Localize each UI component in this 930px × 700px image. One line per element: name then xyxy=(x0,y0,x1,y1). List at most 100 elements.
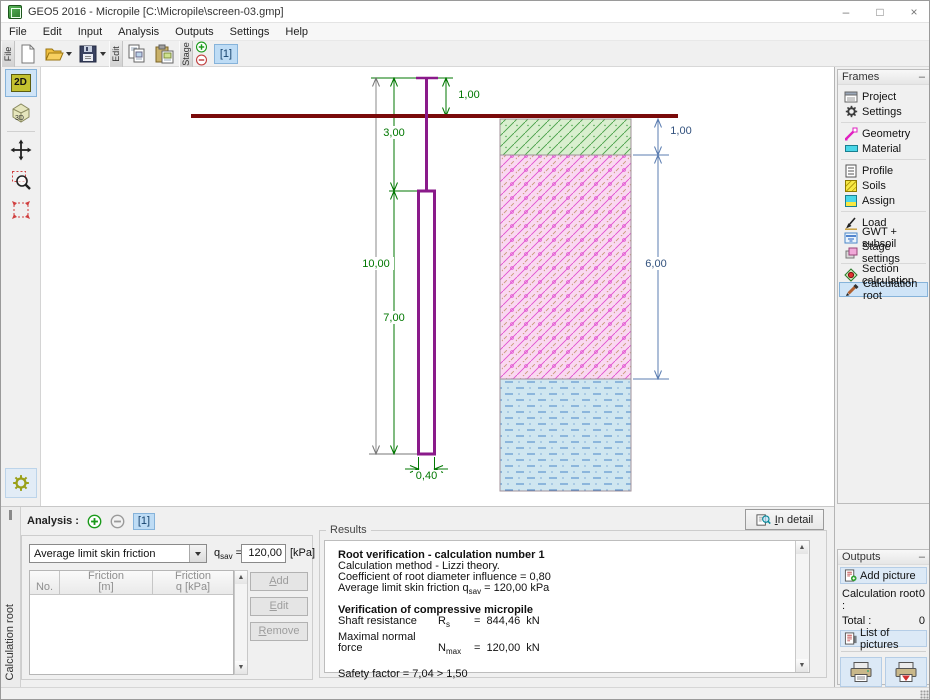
friction-table-scrollbar[interactable]: ▲ ▼ xyxy=(234,570,248,675)
remove-analysis-button[interactable] xyxy=(110,514,125,529)
results-text: Root verification - calculation number 1… xyxy=(338,550,791,699)
list-of-pictures-icon xyxy=(844,632,857,645)
menu-file[interactable]: File xyxy=(1,23,35,41)
drawing-area[interactable]: 10,00 3,00 7,00 1,00 0,40 xyxy=(41,67,834,506)
add-button[interactable]: Add xyxy=(250,572,308,591)
menu-edit[interactable]: Edit xyxy=(35,23,70,41)
drawing-settings-button[interactable] xyxy=(5,468,37,498)
maximize-button[interactable]: □ xyxy=(863,1,897,23)
analysis-tab-1[interactable]: [1] xyxy=(133,513,155,530)
edit-button[interactable]: Edit xyxy=(250,597,308,616)
calculation-root-count-row: Calculation root : 0 xyxy=(838,586,929,613)
frames-separator xyxy=(841,122,926,123)
results-scrollbar[interactable]: ▲ ▼ xyxy=(795,541,809,672)
in-detail-icon xyxy=(756,513,771,527)
gear-icon xyxy=(12,474,30,492)
new-document-icon xyxy=(18,44,38,64)
frame-item-settings[interactable]: Settings xyxy=(839,104,928,119)
project-icon xyxy=(844,90,858,104)
friction-table-header: No. Friction[m] Frictionq [kPa] xyxy=(30,571,233,595)
pile-root xyxy=(419,191,435,454)
frame-item-profile[interactable]: Profile xyxy=(839,163,928,178)
close-button[interactable]: × xyxy=(897,1,930,23)
view-2d-button[interactable]: 2D xyxy=(5,69,37,97)
minimize-button[interactable]: – xyxy=(829,1,863,23)
new-file-button[interactable] xyxy=(15,41,41,67)
outputs-collapse-button[interactable]: – xyxy=(919,552,925,562)
qsav-input[interactable]: 120,00 xyxy=(241,544,286,563)
qsav-unit: [kPa] xyxy=(290,547,315,559)
frame-item-assign[interactable]: Assign xyxy=(839,193,928,208)
resize-grip[interactable] xyxy=(920,690,929,699)
splitter-handle[interactable] xyxy=(9,510,12,520)
pan-tool-button[interactable] xyxy=(5,136,37,164)
frame-item-soils[interactable]: Soils xyxy=(839,178,928,193)
open-file-button[interactable] xyxy=(41,41,75,67)
menu-help[interactable]: Help xyxy=(277,23,316,41)
material-icon xyxy=(844,142,858,156)
zoom-window-button[interactable] xyxy=(5,166,37,194)
fit-view-button[interactable] xyxy=(5,196,37,224)
open-dropdown-caret[interactable] xyxy=(66,52,72,56)
tool-separator xyxy=(7,131,35,132)
frames-panel: Frames – Project Settings Geometry xyxy=(837,69,930,504)
dim-total-length: 10,00 xyxy=(362,258,390,270)
assign-icon xyxy=(844,194,858,208)
print-preview-button[interactable] xyxy=(885,657,927,687)
add-picture-button[interactable]: Add picture xyxy=(840,567,927,584)
friction-table-body[interactable] xyxy=(30,595,233,674)
add-picture-icon xyxy=(844,569,857,582)
save-dropdown-caret[interactable] xyxy=(100,52,106,56)
scroll-down-arrow[interactable]: ▼ xyxy=(796,659,808,672)
dimension-root-diameter: 0,40 xyxy=(405,457,448,482)
total-count: 0 xyxy=(919,615,925,627)
calculation-root-count: 0 xyxy=(919,588,925,612)
save-file-button[interactable] xyxy=(75,41,109,67)
frames-collapse-button[interactable]: – xyxy=(919,72,925,82)
stage-settings-icon xyxy=(844,246,858,260)
results-nmax-line: Maximal normal forceNmax= 120,00 kN xyxy=(338,632,791,657)
remove-stage-button[interactable] xyxy=(195,54,208,66)
dimension-lines-right: 1,00 6,00 xyxy=(633,119,692,379)
chevron-down-icon xyxy=(195,552,201,556)
print-button[interactable] xyxy=(840,657,882,687)
remove-button[interactable]: Remove xyxy=(250,622,308,641)
bottom-frame-tab: Calculation root xyxy=(1,507,21,688)
view-3d-button[interactable]: 3D xyxy=(5,99,37,127)
frame-item-project[interactable]: Project xyxy=(839,89,928,104)
frame-item-material[interactable]: Material xyxy=(839,141,928,156)
save-floppy-icon xyxy=(78,44,98,64)
menu-analysis[interactable]: Analysis xyxy=(110,23,167,41)
friction-method-dropdown[interactable]: Average limit skin friction xyxy=(29,544,207,563)
menu-input[interactable]: Input xyxy=(70,23,110,41)
calculation-root-icon xyxy=(845,283,859,297)
paste-button[interactable] xyxy=(151,41,179,67)
frame-item-stage-settings[interactable]: Stage settings xyxy=(839,245,928,260)
scroll-down-arrow[interactable]: ▼ xyxy=(235,661,247,674)
dim-root-length: 7,00 xyxy=(383,312,404,324)
scroll-up-arrow[interactable]: ▲ xyxy=(235,571,247,584)
scroll-up-arrow[interactable]: ▲ xyxy=(796,541,808,554)
open-folder-icon xyxy=(44,44,64,64)
menu-outputs[interactable]: Outputs xyxy=(167,23,222,41)
outputs-panel: Outputs – Add picture Calculation root :… xyxy=(837,549,930,685)
skin-friction-groupbox: Average limit skin friction qsav = 120,0… xyxy=(21,535,313,680)
frame-item-calculation-root[interactable]: Calculation root xyxy=(839,282,928,297)
in-detail-button[interactable]: In detail xyxy=(745,509,824,530)
paste-clipboard-icon xyxy=(154,44,176,64)
profile-icon xyxy=(844,164,858,178)
copy-icon xyxy=(126,44,148,64)
frame-item-geometry[interactable]: Geometry xyxy=(839,126,928,141)
add-analysis-button[interactable] xyxy=(87,514,102,529)
add-stage-button[interactable] xyxy=(195,41,208,53)
toolbar-group-stage: Stage xyxy=(179,41,193,67)
dropdown-button[interactable] xyxy=(189,545,206,562)
copy-picture-button[interactable] xyxy=(123,41,151,67)
soils-icon xyxy=(844,179,858,193)
menu-settings[interactable]: Settings xyxy=(222,23,278,41)
move-arrows-icon xyxy=(10,139,32,161)
toolbar-group-edit: Edit xyxy=(109,41,123,67)
stage-tab-1[interactable]: [1] xyxy=(214,44,238,64)
results-friction-line: Average limit skin friction qsav = 120,0… xyxy=(338,583,791,597)
list-of-pictures-button[interactable]: List of pictures xyxy=(840,630,927,647)
